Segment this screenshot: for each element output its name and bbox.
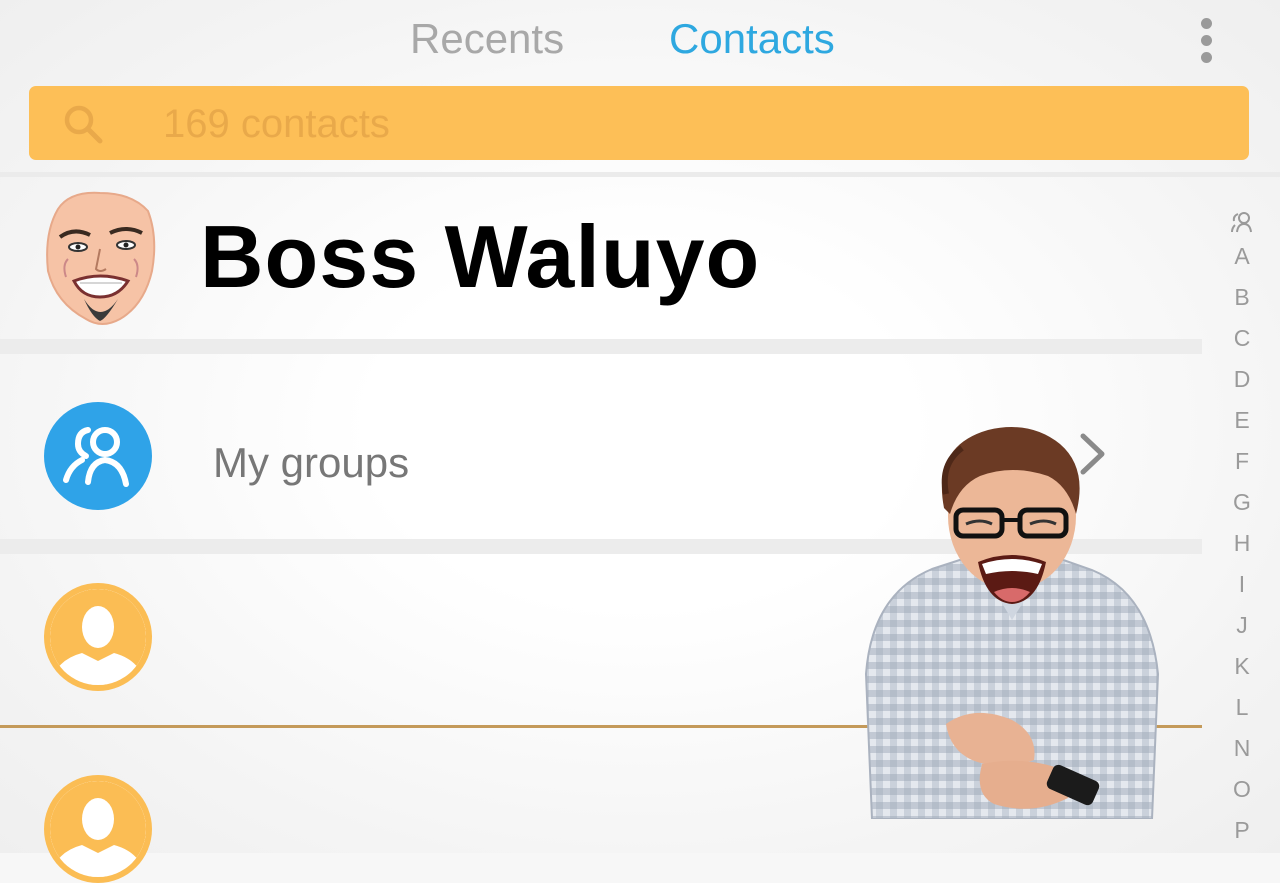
index-letter[interactable]: J <box>1222 605 1262 646</box>
index-letter[interactable]: C <box>1222 318 1262 359</box>
search-input[interactable] <box>161 98 1065 150</box>
search-bar[interactable] <box>29 86 1249 160</box>
top-bar: Recents Contacts <box>0 0 1280 80</box>
kebab-dot <box>1201 18 1212 29</box>
index-letter[interactable]: D <box>1222 359 1262 400</box>
index-letter[interactable]: P <box>1222 810 1262 851</box>
group-icon <box>44 402 152 510</box>
index-letter[interactable]: L <box>1222 687 1262 728</box>
contact-row-top[interactable]: Boss Waluyo <box>0 177 1202 338</box>
laughing-man-image <box>864 427 1160 819</box>
kebab-dot <box>1201 35 1212 46</box>
section-divider <box>0 339 1202 354</box>
tab-recents[interactable]: Recents <box>410 12 564 66</box>
cartoon-face-avatar <box>46 191 156 325</box>
index-letter[interactable]: H <box>1222 523 1262 564</box>
search-icon <box>64 105 103 144</box>
tab-contacts[interactable]: Contacts <box>669 12 835 66</box>
person-silhouette-icon <box>44 583 152 691</box>
index-letter[interactable]: I <box>1222 564 1262 605</box>
index-letter[interactable]: A <box>1222 236 1262 277</box>
my-groups-label: My groups <box>213 439 410 486</box>
alphabet-index[interactable]: A B C D E F G H I J K L N O P <box>1222 210 1262 851</box>
index-letter[interactable]: F <box>1222 441 1262 482</box>
index-letter[interactable]: N <box>1222 728 1262 769</box>
kebab-dot <box>1201 52 1212 63</box>
more-vertical-icon[interactable] <box>1192 14 1222 68</box>
index-letter[interactable]: K <box>1222 646 1262 687</box>
contact-name: Boss Waluyo <box>200 207 761 306</box>
index-letter[interactable]: O <box>1222 769 1262 810</box>
index-letter[interactable]: E <box>1222 400 1262 441</box>
index-letter[interactable]: G <box>1222 482 1262 523</box>
group-mini-icon[interactable] <box>1229 210 1255 236</box>
index-letter[interactable]: B <box>1222 277 1262 318</box>
person-silhouette-icon <box>44 775 152 883</box>
